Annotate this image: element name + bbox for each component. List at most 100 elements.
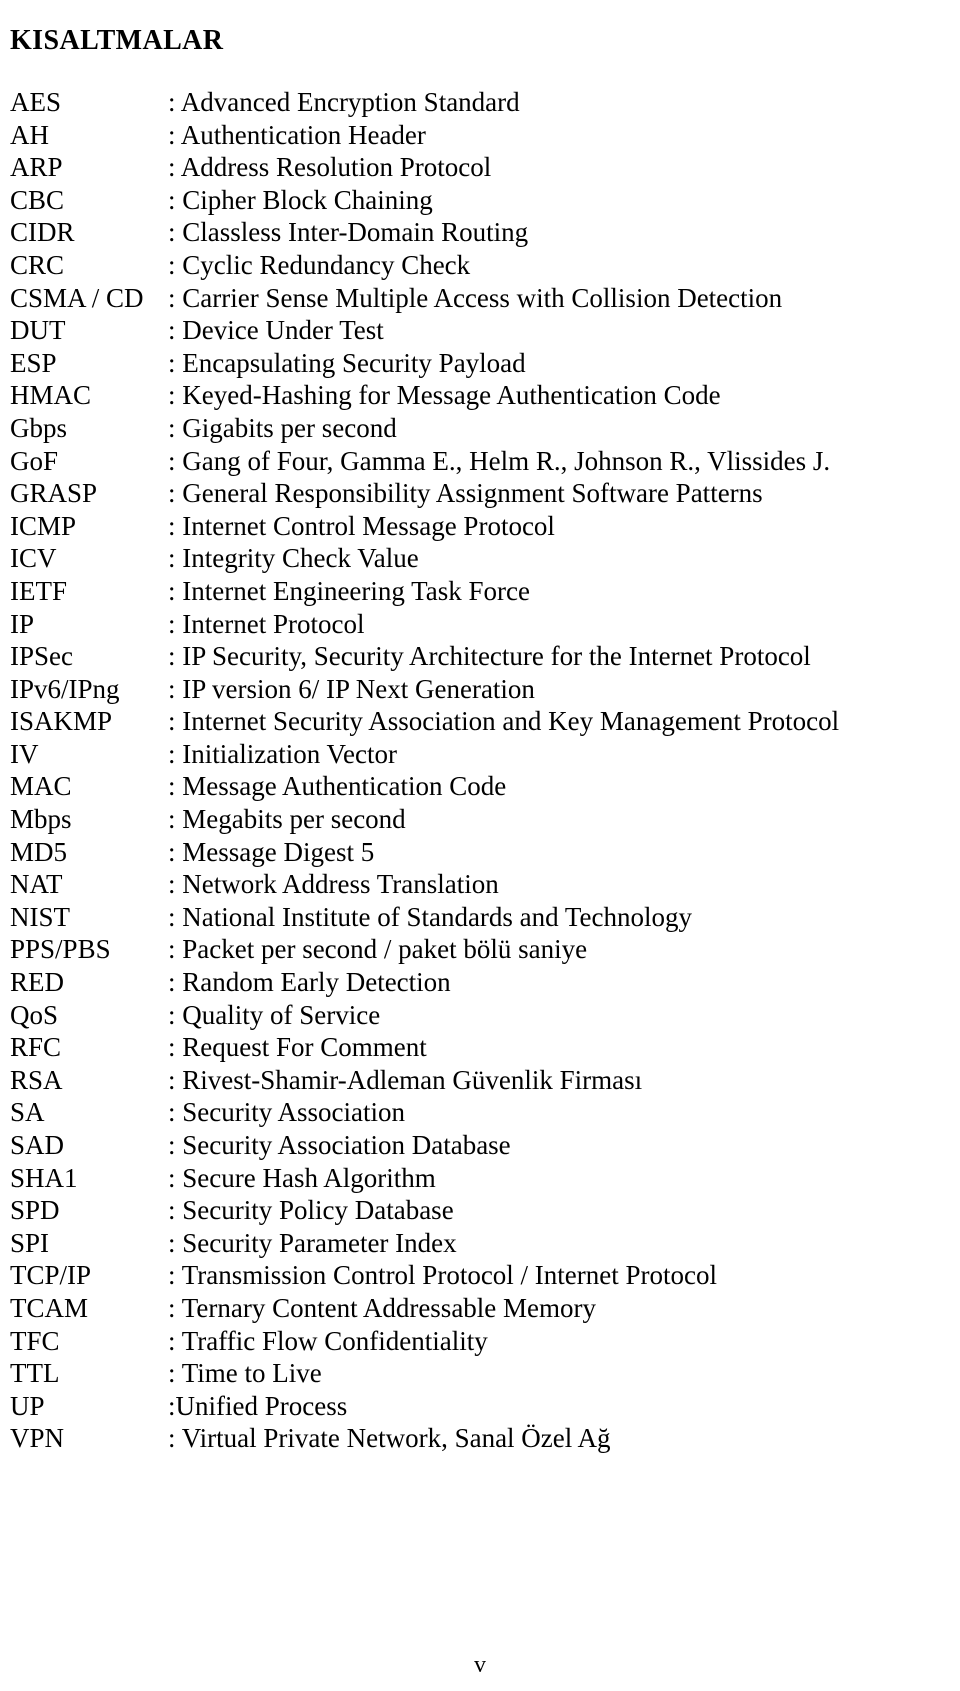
abbreviation-row: Mbps: Megabits per second	[0, 803, 960, 836]
abbreviation-definition: : IP Security, Security Architecture for…	[168, 641, 811, 672]
abbreviation-term: SPD	[10, 1195, 60, 1226]
abbreviation-row: SPD : Security Policy Database	[0, 1194, 960, 1227]
abbreviation-definition: : Integrity Check Value	[168, 543, 419, 574]
abbreviation-term: CBC	[10, 184, 65, 215]
abbreviation-row: CBC : Cipher Block Chaining	[0, 184, 960, 217]
abbreviation-definition: : Security Parameter Index	[168, 1227, 457, 1258]
abbreviation-term: MAC	[10, 771, 72, 802]
abbreviation-row: RED: Random Early Detection	[0, 966, 960, 999]
abbreviation-definition: : Gigabits per second	[168, 412, 397, 443]
abbreviation-term: ISAKMP	[10, 706, 113, 737]
abbreviation-row: CRC : Cyclic Redundancy Check	[0, 249, 960, 282]
abbreviation-term: HMAC	[10, 380, 92, 411]
abbreviation-definition: : Classless Inter-Domain Routing	[168, 217, 529, 248]
abbreviation-definition: : Traffic Flow Confidentiality	[168, 1325, 488, 1356]
abbreviation-row: MD5 : Message Digest 5	[0, 836, 960, 869]
abbreviation-row: UP :Unified Process	[0, 1390, 960, 1423]
abbreviation-term: AH	[10, 119, 49, 150]
abbreviation-row: IV: Initialization Vector	[0, 738, 960, 771]
abbreviation-definition: : Quality of Service	[168, 999, 381, 1030]
document-page: KISALTMALAR AES: Advanced Encryption Sta…	[0, 0, 960, 1691]
abbreviation-row: ICMP : Internet Control Message Protocol	[0, 510, 960, 543]
abbreviation-row: ESP : Encapsulating Security Payload	[0, 347, 960, 380]
abbreviation-term: MD5	[10, 836, 68, 867]
abbreviation-definition: : Message Digest 5	[168, 836, 375, 867]
abbreviation-definition: : Device Under Test	[168, 315, 384, 346]
abbreviation-term: TTL	[10, 1358, 60, 1389]
abbreviation-definition: : Time to Live	[168, 1358, 322, 1389]
abbreviation-definition: : Security Policy Database	[168, 1195, 454, 1226]
abbreviation-definition: : Secure Hash Algorithm	[168, 1162, 436, 1193]
abbreviation-definition: : Transmission Control Protocol / Intern…	[168, 1260, 718, 1291]
abbreviation-term: IV	[10, 738, 39, 769]
abbreviation-row: SHA1 : Secure Hash Algorithm	[0, 1162, 960, 1195]
abbreviation-definition: : Megabits per second	[168, 804, 406, 835]
abbreviation-row: IPv6/IPng: IP version 6/ IP Next Generat…	[0, 673, 960, 706]
abbreviation-definition: : Random Early Detection	[168, 967, 451, 998]
abbreviation-row: ARP: Address Resolution Protocol	[0, 151, 960, 184]
abbreviation-term: SPI	[10, 1227, 50, 1258]
abbreviation-definition: : General Responsibility Assignment Soft…	[168, 478, 763, 509]
abbreviation-term: UP	[10, 1390, 45, 1421]
abbreviation-term: SAD	[10, 1130, 65, 1160]
abbreviation-row: TCP/IP: Transmission Control Protocol / …	[0, 1259, 960, 1292]
abbreviation-definition: : Rivest-Shamir-Adleman Güvenlik Firması	[168, 1064, 643, 1095]
abbreviation-term: SA	[10, 1097, 45, 1128]
abbreviation-row: Gbps : Gigabits per second	[0, 412, 960, 445]
abbreviation-row: GoF : Gang of Four, Gamma E., Helm R., Jo…	[0, 445, 960, 478]
abbreviation-term: IP	[10, 608, 35, 639]
abbreviation-row: SAD: Security Association Database	[0, 1129, 960, 1162]
abbreviation-row: AES: Advanced Encryption Standard	[0, 86, 960, 119]
abbreviation-row: IP : Internet Protocol	[0, 608, 960, 641]
abbreviation-definition: : Message Authentication Code	[168, 771, 507, 802]
page-number-footer: v	[474, 1652, 486, 1678]
abbreviation-term: CIDR	[10, 217, 75, 248]
abbreviation-term: GoF	[10, 445, 59, 476]
abbreviation-definition: :Unified Process	[168, 1390, 348, 1421]
abbreviation-row: PPS/PBS: Packet per second / paket bölü …	[0, 933, 960, 966]
abbreviation-term: TCAM	[10, 1292, 89, 1323]
abbreviation-row: MAC : Message Authentication Code	[0, 770, 960, 803]
abbreviation-row: ICV : Integrity Check Value	[0, 542, 960, 575]
abbreviation-term: CSMA / CD	[10, 282, 144, 313]
abbreviation-row: TFC: Traffic Flow Confidentiality	[0, 1325, 960, 1358]
abbreviation-row: VPN: Virtual Private Network, Sanal Özel…	[0, 1422, 960, 1455]
abbreviation-definition: : Gang of Four, Gamma E., Helm R., Johns…	[168, 445, 831, 476]
abbreviation-row: DUT: Device Under Test	[0, 314, 960, 347]
abbreviation-term: NIST	[10, 901, 70, 932]
abbreviation-definition: : Encapsulating Security Payload	[168, 347, 526, 378]
abbreviation-row: IETF : Internet Engineering Task Force	[0, 575, 960, 608]
abbreviation-term: IETF	[10, 575, 67, 606]
abbreviation-row: HMAC: Keyed-Hashing for Message Authenti…	[0, 379, 960, 412]
abbreviation-term: RSA	[10, 1064, 63, 1095]
abbreviation-term: ICV	[10, 543, 57, 574]
abbreviation-definition: : Carrier Sense Multiple Access with Col…	[168, 282, 783, 313]
abbreviation-term: PPS/PBS	[10, 934, 111, 965]
abbreviation-term: ICMP	[10, 510, 77, 541]
abbreviation-term: Gbps	[10, 412, 68, 443]
abbreviation-term: ESP	[10, 347, 57, 378]
abbreviation-definition: : Virtual Private Network, Sanal Özel Ağ	[168, 1423, 611, 1454]
abbreviation-definition: : Advanced Encryption Standard	[168, 87, 520, 117]
abbreviation-row: QoS: Quality of Service	[0, 999, 960, 1032]
abbreviation-definition: : Internet Control Message Protocol	[168, 510, 555, 541]
abbreviation-definition: : Ternary Content Addressable Memory	[168, 1292, 597, 1323]
abbreviation-row: ISAKMP: Internet Security Association an…	[0, 705, 960, 738]
abbreviation-definition: : Internet Engineering Task Force	[168, 575, 530, 606]
abbreviation-row: AH: Authentication Header	[0, 119, 960, 152]
abbreviation-row: IPSec : IP Security, Security Architectur…	[0, 640, 960, 673]
abbreviation-definition: : Internet Protocol	[168, 608, 365, 639]
page-title: KISALTMALAR	[10, 24, 224, 56]
abbreviation-term: SHA1	[10, 1162, 78, 1193]
abbreviation-row: NIST: National Institute of Standards an…	[0, 901, 960, 934]
abbreviation-list: AES: Advanced Encryption Standard AH: Aut…	[0, 86, 960, 1455]
abbreviation-row: NAT: Network Address Translation	[0, 868, 960, 901]
abbreviation-definition: : Cipher Block Chaining	[168, 184, 433, 215]
abbreviation-term: IPSec	[10, 641, 73, 672]
abbreviation-term: ARP	[10, 152, 63, 183]
abbreviation-row: RFC: Request For Comment	[0, 1031, 960, 1064]
abbreviation-row: SPI : Security Parameter Index	[0, 1227, 960, 1260]
abbreviation-term: CRC	[10, 249, 65, 280]
abbreviation-definition: : Cyclic Redundancy Check	[168, 249, 471, 280]
abbreviation-row: RSA : Rivest-Shamir-Adleman Güvenlik Firm…	[0, 1064, 960, 1097]
